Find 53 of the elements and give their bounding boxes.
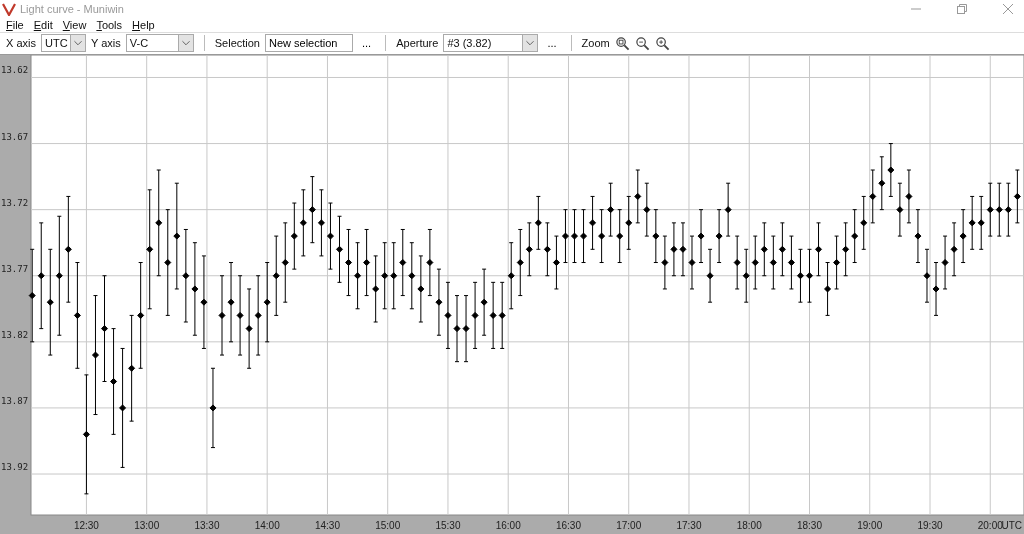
- x-tick-label: 13:30: [194, 520, 220, 531]
- data-point: [806, 248, 813, 303]
- y-axis-label: Y axis: [90, 37, 121, 50]
- y-tick-label: 13.82: [1, 329, 29, 340]
- y-tick-label: 13.87: [1, 395, 29, 406]
- app-logo-icon: [2, 2, 16, 17]
- caret-icon: [177, 35, 193, 52]
- x-axis-label: X axis: [6, 37, 36, 50]
- x-tick-label: 15:30: [435, 520, 461, 531]
- menu-item[interactable]: View: [62, 19, 87, 32]
- x-tick-label: 19:00: [857, 520, 883, 531]
- zoom-out-icon[interactable]: [634, 35, 650, 51]
- x-tick-label: 14:00: [254, 520, 280, 531]
- aperture-dropdown[interactable]: #3 (3.82): [443, 34, 539, 53]
- menu-item[interactable]: Edit: [33, 19, 53, 32]
- zoom-in-icon[interactable]: [654, 35, 670, 51]
- x-tick-label: 20:00: [977, 520, 1003, 531]
- selection-label: Selection: [214, 37, 260, 50]
- x-tick-label: 18:30: [797, 520, 822, 531]
- y-tick-label: 13.92: [1, 462, 29, 472]
- aperture-more-button[interactable]: ...: [543, 37, 561, 50]
- y-axis-dropdown[interactable]: V-C: [125, 34, 194, 53]
- x-axis-dropdown[interactable]: UTC: [40, 34, 86, 53]
- x-tick-label: 13:00: [134, 520, 160, 531]
- x-tick-label: 15:00: [375, 520, 401, 531]
- close-icon[interactable]: [1002, 3, 1014, 16]
- restore-icon[interactable]: [956, 3, 968, 16]
- data-point: [571, 209, 578, 264]
- zoom-fit-icon[interactable]: [614, 35, 630, 51]
- caret-icon: [69, 35, 85, 52]
- x-tick-label: 12:30: [73, 520, 99, 531]
- selection-field[interactable]: New selection: [265, 34, 353, 53]
- menu-item[interactable]: Help: [132, 19, 155, 32]
- y-tick-label: 13.62: [1, 65, 29, 76]
- caret-icon: [522, 35, 538, 52]
- window-title: Light curve - Muniwin: [20, 3, 124, 16]
- menu-item[interactable]: Tools: [96, 19, 123, 32]
- x-tick-label: 17:00: [616, 520, 642, 531]
- x-tick-label: 14:30: [314, 520, 340, 531]
- x-tick-label: 16:00: [495, 520, 521, 531]
- aperture-label: Aperture: [396, 37, 439, 50]
- y-tick-label: 13.72: [1, 197, 29, 208]
- x-tick-label: 19:30: [917, 520, 943, 531]
- data-point: [336, 215, 343, 283]
- y-tick-label: 13.77: [1, 263, 29, 274]
- x-tick-label: 16:30: [555, 520, 581, 531]
- x-tick-label: 17:30: [676, 520, 702, 531]
- zoom-label: Zoom: [581, 37, 610, 50]
- menu-item[interactable]: File: [6, 19, 24, 32]
- y-tick-label: 13.67: [1, 131, 29, 142]
- x-axis-title: UTC: [1001, 520, 1022, 531]
- selection-more-button[interactable]: ...: [358, 37, 376, 50]
- x-tick-label: 18:00: [736, 520, 762, 531]
